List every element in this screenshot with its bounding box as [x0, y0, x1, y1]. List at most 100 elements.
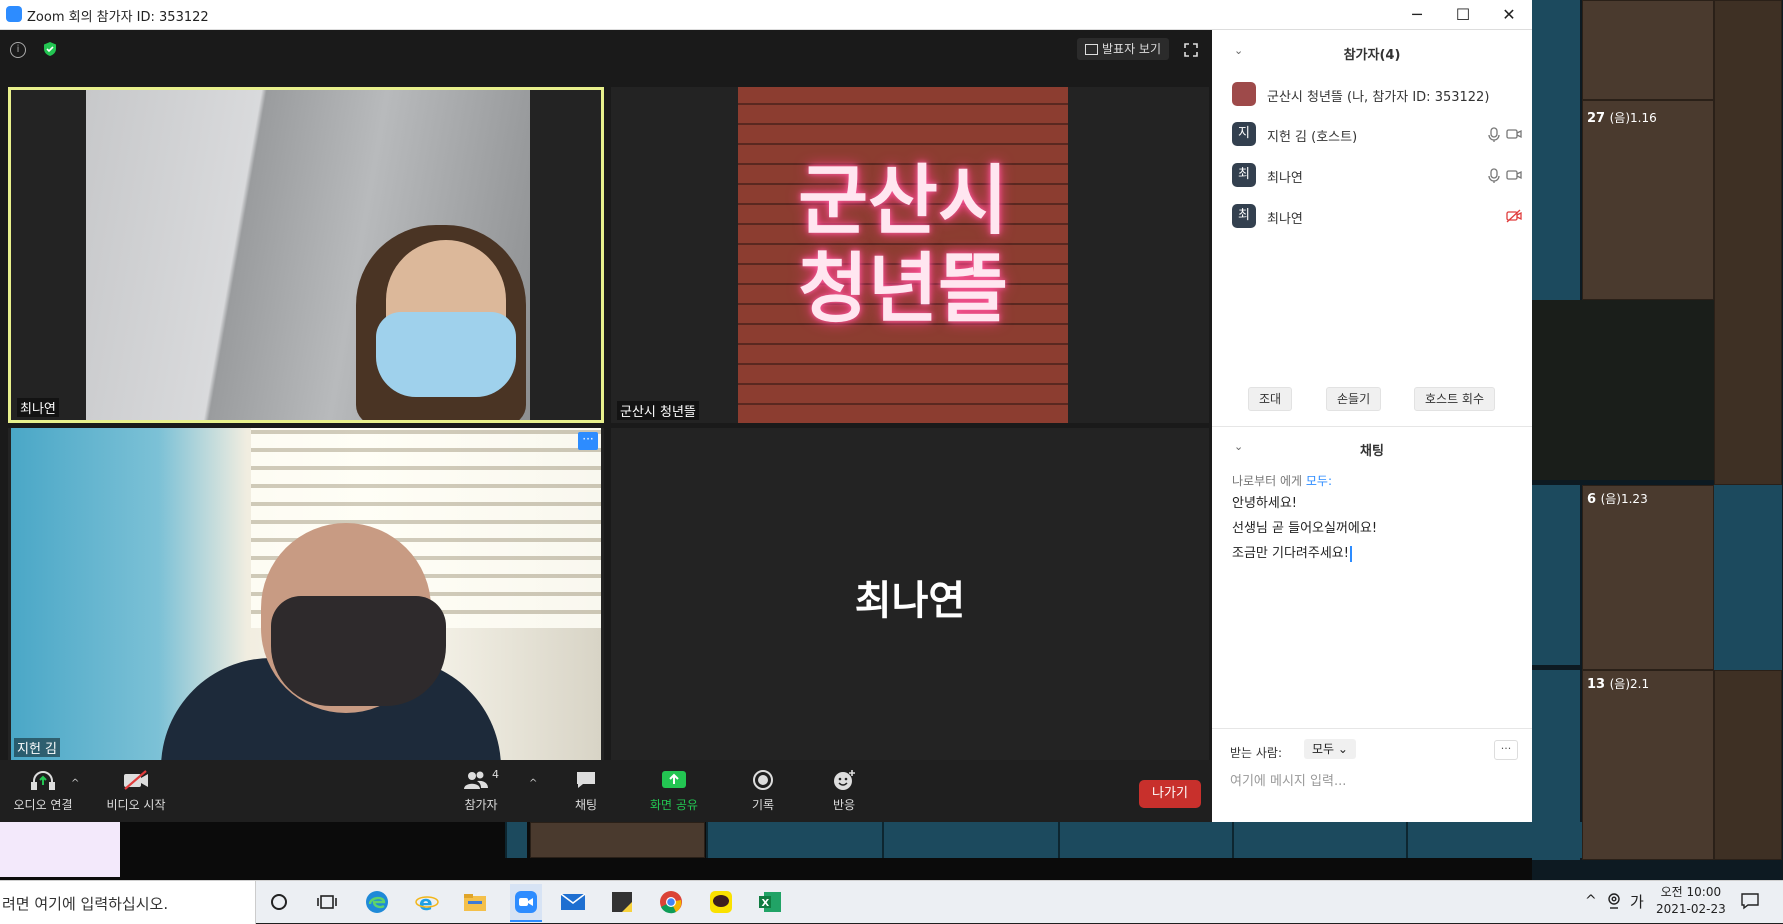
- camera-off-icon: [1506, 209, 1522, 223]
- shield-icon[interactable]: [42, 41, 58, 57]
- calendar-date: 13 (음)2.1: [1587, 677, 1650, 692]
- participant-video: [11, 428, 601, 760]
- reactions-button[interactable]: 반응: [804, 768, 884, 813]
- chat-from-label: 나로부터 에게: [1232, 474, 1303, 488]
- participant-avatar: 지: [1232, 122, 1256, 146]
- close-button[interactable]: ✕: [1486, 0, 1532, 29]
- participants-count: 4: [492, 767, 499, 781]
- cortana-icon[interactable]: [266, 889, 292, 915]
- participants-button[interactable]: 4 참가자: [441, 768, 521, 813]
- calendar-cell: [706, 822, 882, 858]
- windows-taskbar: 려면 여기에 입력하십시오. e X ^ 가 오전 10:00 2021-02-…: [0, 880, 1783, 924]
- camera-icon: [1506, 127, 1522, 141]
- calendar-cell: [1714, 485, 1782, 670]
- share-screen-button[interactable]: 화면 공유: [634, 768, 714, 813]
- chat-icon: [546, 768, 626, 792]
- participant-row[interactable]: 지 지헌 김 (호스트): [1232, 120, 1522, 150]
- title-bar: Zoom 회의 참가자 ID: 353122 ─ ☐ ✕: [0, 0, 1532, 30]
- video-button[interactable]: 비디오 시작: [96, 768, 176, 813]
- video-tile[interactable]: 최나연: [611, 428, 1209, 760]
- participant-name: 지헌 김 (호스트): [1267, 130, 1358, 145]
- taskbar-search-box[interactable]: 려면 여기에 입력하십시오.: [0, 881, 256, 924]
- record-button[interactable]: 기록: [723, 768, 803, 813]
- share-label: 화면 공유: [650, 798, 698, 812]
- task-view-icon[interactable]: [314, 889, 340, 915]
- neon-line: 군산시: [798, 156, 1008, 245]
- clock-date: 2021-02-23: [1656, 902, 1726, 916]
- ime-indicator[interactable]: 가: [1630, 891, 1644, 912]
- speaker-view-button[interactable]: 발표자 보기: [1077, 38, 1170, 60]
- svg-text:X: X: [762, 898, 770, 909]
- calendar-cell: [505, 822, 527, 858]
- chrome-icon[interactable]: [658, 889, 684, 915]
- calendar-cell: [1058, 822, 1232, 858]
- speaker-view-label: 발표자 보기: [1102, 42, 1162, 56]
- calendar-date: 6 (음)1.23: [1587, 492, 1648, 507]
- video-tile[interactable]: 최나연: [8, 87, 604, 423]
- notification-center-icon[interactable]: [1740, 892, 1760, 910]
- kakaotalk-icon[interactable]: [708, 889, 734, 915]
- video-label: 비디오 시작: [106, 798, 166, 812]
- chat-label: 채팅: [574, 798, 598, 812]
- text-cursor: [1349, 545, 1352, 562]
- chat-message: 안녕하세요!: [1232, 496, 1298, 511]
- face-mask: [376, 312, 516, 397]
- participant-row[interactable]: 최 최나연: [1232, 202, 1522, 232]
- invite-button[interactable]: 조대: [1248, 387, 1293, 411]
- reclaim-host-button[interactable]: 호스트 회수: [1414, 387, 1496, 411]
- svg-text:e: e: [419, 891, 433, 914]
- calendar-cell: 6 (음)1.23: [1582, 485, 1714, 670]
- calendar-cell: [882, 822, 1058, 858]
- webcam-icon[interactable]: [1606, 892, 1622, 910]
- tile-more-button[interactable]: ···: [578, 432, 598, 450]
- info-icon[interactable]: i: [10, 42, 26, 58]
- fullscreen-icon[interactable]: [1184, 43, 1198, 57]
- tile-name-label: 최나연: [17, 398, 59, 417]
- participants-options-caret-icon[interactable]: ^: [529, 778, 537, 789]
- participants-panel-title: 참가자(4): [1343, 48, 1401, 63]
- zoom-app-icon[interactable]: [510, 884, 542, 922]
- mail-icon[interactable]: [560, 889, 586, 915]
- calendar-cell: [530, 822, 705, 858]
- video-tile[interactable]: 군산시 청년뜰 군산시 청년뜰: [611, 87, 1209, 423]
- microphone-icon: [1488, 127, 1500, 143]
- chat-button[interactable]: 채팅: [546, 768, 626, 813]
- sticky-notes-icon[interactable]: [609, 889, 635, 915]
- participant-avatar: [1232, 82, 1256, 106]
- meeting-toolbar: 오디오 연결 ^ 비디오 시작 4 참가자 ^ 채팅 화면 공유 기록 반응: [0, 760, 1212, 822]
- minimize-button[interactable]: ─: [1394, 0, 1440, 29]
- audio-options-caret-icon[interactable]: ^: [71, 778, 79, 789]
- participants-label: 참가자: [464, 798, 498, 812]
- excel-icon[interactable]: X: [757, 889, 783, 915]
- audio-button[interactable]: 오디오 연결: [3, 768, 83, 813]
- window-title: Zoom 회의 참가자 ID: 353122: [27, 10, 209, 25]
- chat-more-button[interactable]: ···: [1494, 740, 1518, 760]
- recipient-select[interactable]: 모두 ⌄: [1304, 739, 1356, 759]
- participant-row[interactable]: 최 최나연: [1232, 161, 1522, 191]
- internet-explorer-icon[interactable]: e: [414, 889, 440, 915]
- chat-message-input[interactable]: [1230, 770, 1510, 792]
- camera-icon: [1506, 168, 1522, 182]
- chat-recipient: 모두:: [1305, 474, 1333, 488]
- raise-hand-button[interactable]: 손들기: [1326, 387, 1382, 411]
- participant-video: [86, 90, 530, 420]
- calendar-cell: [1232, 822, 1406, 858]
- taskbar-clock[interactable]: 오전 10:00 2021-02-23: [1656, 884, 1726, 918]
- clock-time: 오전 10:00: [1660, 885, 1722, 899]
- recipient-label: 받는 사람:: [1230, 746, 1283, 760]
- file-explorer-icon[interactable]: [462, 889, 488, 915]
- leave-button[interactable]: 나가기: [1139, 780, 1201, 808]
- edge-browser-icon[interactable]: [364, 889, 390, 915]
- participant-avatar: 최: [1232, 204, 1256, 228]
- video-tile[interactable]: ··· 지헌 김: [8, 428, 604, 760]
- grid-icon: [1085, 44, 1098, 55]
- maximize-button[interactable]: ☐: [1440, 0, 1486, 29]
- side-panel: ⌄ 참가자(4) 군산시 청년뜰 (나, 참가자 ID: 353122) 지 지…: [1212, 30, 1532, 822]
- taskbar-search-placeholder: 려면 여기에 입력하십시오.: [2, 895, 169, 913]
- participant-row[interactable]: 군산시 청년뜰 (나, 참가자 ID: 353122): [1232, 80, 1522, 110]
- calendar-cell: [1532, 0, 1580, 300]
- show-hidden-icons-chevron-icon[interactable]: ^: [1585, 893, 1597, 909]
- share-screen-icon: [634, 768, 714, 792]
- zoom-window: Zoom 회의 참가자 ID: 353122 ─ ☐ ✕ i 발표자 보기 최나…: [0, 0, 1532, 822]
- chat-sender-line: 나로부터 에게 모두:: [1232, 472, 1332, 489]
